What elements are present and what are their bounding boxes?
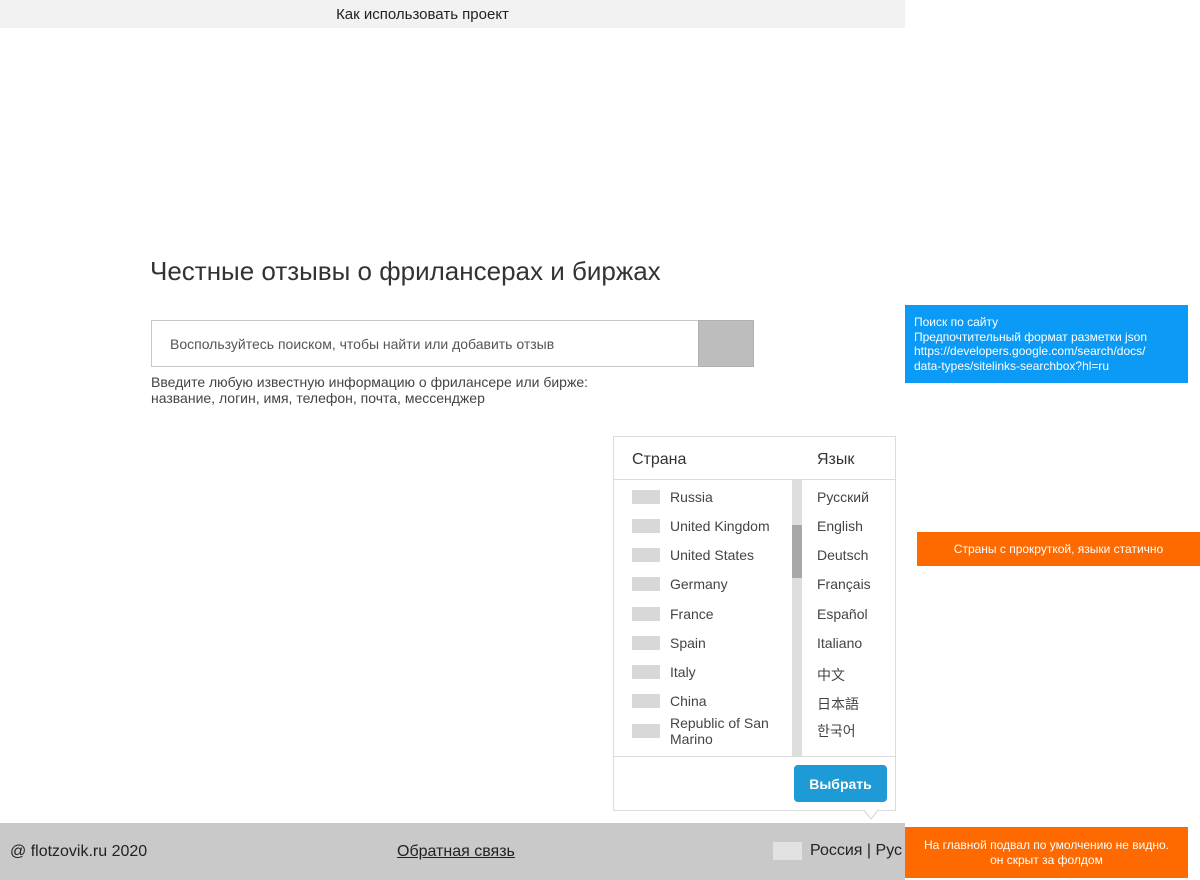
region-selector[interactable]: Россия | Рус xyxy=(773,842,902,860)
footer-annotation-note: На главной подвал по умолчению не видно.… xyxy=(905,827,1188,878)
picker-footer: Выбрать xyxy=(614,756,895,811)
language-option-korean[interactable]: 한국어 xyxy=(817,721,856,741)
note-line: На главной подвал по умолчению не видно. xyxy=(923,837,1170,852)
feedback-link[interactable]: Обратная связь xyxy=(397,843,515,861)
language-option-spanish[interactable]: Español xyxy=(817,606,868,622)
language-column-header: Язык xyxy=(817,451,855,468)
search-annotation-note: Поиск по сайту Предпочтительный формат р… xyxy=(905,305,1188,383)
copyright: @ flotzovik.ru 2020 xyxy=(10,843,148,860)
choose-button[interactable]: Выбрать xyxy=(794,765,887,802)
language-option-english[interactable]: English xyxy=(817,518,863,534)
note-line: Страны с прокруткой, языки статично xyxy=(953,542,1164,556)
language-option-chinese[interactable]: 中文 xyxy=(817,665,845,685)
language-option-french[interactable]: Français xyxy=(817,576,871,592)
search-hint-line-2: название, логин, имя, телефон, почта, ме… xyxy=(151,390,485,406)
search-hint-line-1: Введите любую известную информацию о фри… xyxy=(151,374,589,390)
language-option-russian[interactable]: Русский xyxy=(817,489,869,505)
search-box xyxy=(151,320,754,367)
how-to-use-link[interactable]: Как использовать проект xyxy=(336,6,509,23)
site-footer: @ flotzovik.ru 2020 Обратная связь Росси… xyxy=(0,823,905,880)
country-language-picker: Страна Язык Russia United Kingdom United… xyxy=(613,436,896,811)
language-option-italian[interactable]: Italiano xyxy=(817,635,862,651)
note-line: он скрыт за фолдом xyxy=(990,852,1103,867)
country-column-header: Страна xyxy=(632,451,687,468)
note-line: https://developers.google.com/search/doc… xyxy=(914,344,1146,358)
language-list: Русский English Deutsch Français Español… xyxy=(614,480,897,756)
region-label: Россия | Рус xyxy=(810,842,903,859)
picker-header: Страна Язык xyxy=(614,437,895,480)
language-option-german[interactable]: Deutsch xyxy=(817,547,868,563)
search-input[interactable] xyxy=(151,320,698,367)
picker-pointer xyxy=(863,809,879,820)
search-hint: Введите любую известную информацию о фри… xyxy=(151,374,588,406)
top-bar: Как использовать проект xyxy=(0,0,905,28)
language-option-japanese[interactable]: 日本語 xyxy=(817,694,859,714)
note-line: data-types/sitelinks-searchbox?hl=ru xyxy=(914,358,1110,373)
note-line: Поиск по сайту xyxy=(914,315,999,329)
search-button[interactable] xyxy=(698,320,754,367)
page-title: Честные отзывы о фрилансерах и биржах xyxy=(150,256,661,286)
picker-annotation-note: Страны с прокруткой, языки статично xyxy=(917,532,1200,566)
note-line: Предпочтительный формат разметки json xyxy=(914,329,1147,344)
flag-icon xyxy=(773,842,802,860)
